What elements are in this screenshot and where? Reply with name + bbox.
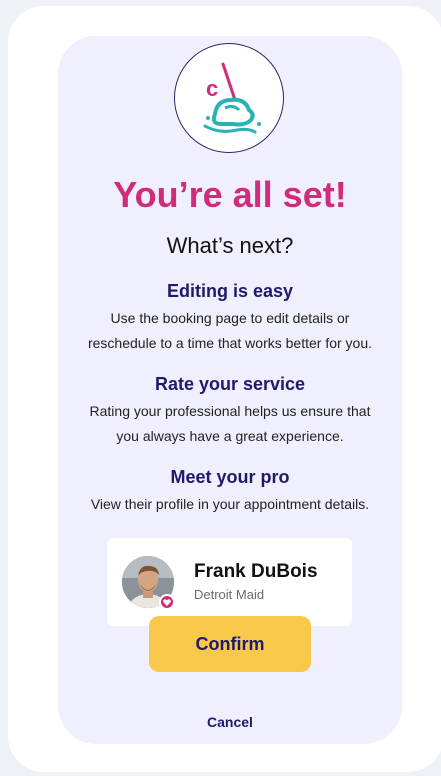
brand-logo: c <box>174 43 284 153</box>
confirm-button[interactable]: Confirm <box>149 616 311 672</box>
section-heading-rating: Rate your service <box>154 374 306 394</box>
section-body-pro: View their profile in your appointment d… <box>58 492 402 517</box>
section-body-editing: Use the booking page to edit details or … <box>58 306 402 356</box>
section-body-line: View their profile in your appointment d… <box>90 496 370 512</box>
section-body-line: you always have a great experience. <box>116 428 344 444</box>
favorite-badge <box>159 594 175 610</box>
section-body-line: reschedule to a time that works better f… <box>87 335 373 351</box>
section-body-line: Rating your professional helps us ensure… <box>89 403 371 419</box>
section-body-rating: Rating your professional helps us ensure… <box>58 399 402 449</box>
section-body-line: Use the booking page to edit details or <box>110 310 350 326</box>
heart-icon <box>163 599 171 606</box>
svg-text:c: c <box>206 76 218 101</box>
cleaning-mop-logo-icon: c <box>203 62 261 134</box>
pro-card[interactable]: Frank DuBois Detroit Maid <box>107 538 352 626</box>
pro-name: Frank DuBois <box>194 561 318 582</box>
pro-company: Detroit Maid <box>194 587 265 602</box>
page-subtitle: What’s next? <box>166 233 294 258</box>
cancel-link[interactable]: Cancel <box>58 714 402 730</box>
section-heading-editing: Editing is easy <box>166 281 294 301</box>
page-title: You’re all set! <box>113 174 347 215</box>
section-heading-pro: Meet your pro <box>170 467 290 487</box>
